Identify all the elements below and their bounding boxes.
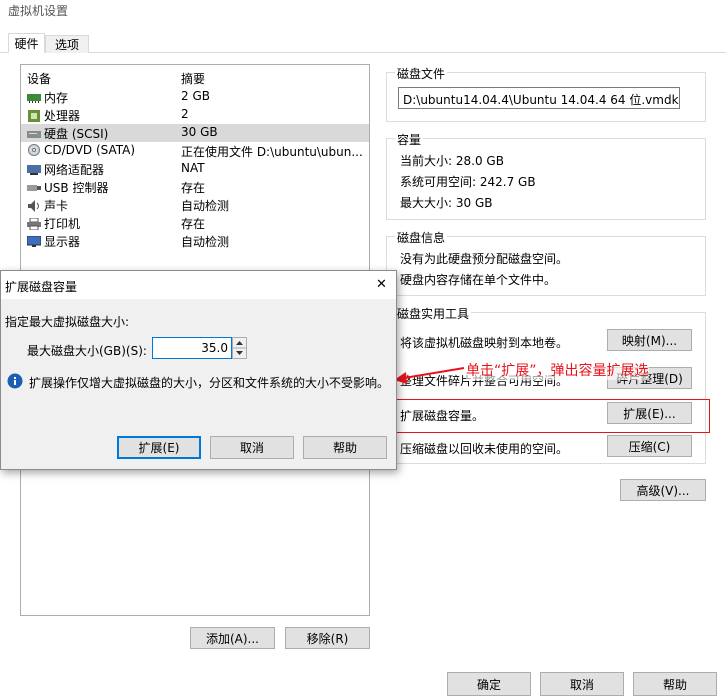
device-name-cell: 声卡	[27, 197, 68, 214]
device-summary: 30 GB	[181, 125, 218, 139]
header-summary: 摘要	[181, 72, 206, 86]
device-name-cell: 处理器	[27, 107, 80, 124]
max-size: 最大大小: 30 GB	[400, 196, 493, 210]
device-row[interactable]: 声卡 自动检测	[21, 196, 369, 214]
disk-info-group: 磁盘信息 没有为此硬盘预分配磁盘空间。 硬盘内容存储在单个文件中。	[386, 229, 706, 296]
tab-strip	[0, 52, 726, 53]
remove-device-button[interactable]: 移除(R)	[285, 627, 370, 649]
disk-file-title: 磁盘文件	[395, 65, 448, 82]
device-summary: 存在	[181, 217, 206, 231]
sound-card-icon	[27, 199, 41, 212]
help-button[interactable]: 帮助	[633, 672, 717, 696]
device-row[interactable]: 打印机 存在	[21, 214, 369, 232]
device-list-header: 设备 摘要	[21, 69, 369, 87]
annotation-text: 单击“扩展”，弹出容量扩展选	[466, 360, 649, 380]
device-name: 打印机	[44, 217, 81, 231]
printer-icon	[27, 217, 41, 230]
annotation-arrow	[394, 367, 465, 384]
device-row[interactable]: USB 控制器 存在	[21, 178, 369, 196]
cd-dvd-icon	[27, 144, 41, 156]
max-size-label: 最大磁盘大小(GB)(S):	[27, 344, 147, 358]
max-size-value: 35.0	[201, 341, 228, 355]
tab-hardware-label: 硬件	[14, 36, 39, 51]
expand-highlight-box	[395, 399, 710, 433]
device-name-cell: CD/DVD (SATA)	[27, 143, 135, 157]
memory-icon	[27, 92, 41, 104]
device-name: 处理器	[44, 109, 81, 123]
cancel-button[interactable]: 取消	[540, 672, 624, 696]
device-row[interactable]: 网络适配器 NAT	[21, 160, 369, 178]
device-name-cell: USB 控制器	[27, 179, 108, 196]
disk-file-path[interactable]: D:\ubuntu14.04.4\Ubuntu 14.04.4 64 位.vmd…	[398, 87, 680, 109]
device-summary: NAT	[181, 161, 205, 175]
processor-icon	[27, 109, 41, 122]
spinner-arrows-icon	[233, 341, 246, 355]
disk-info-title: 磁盘信息	[395, 229, 448, 246]
device-name-cell: 网络适配器	[27, 161, 104, 178]
expand-dialog-instruction: 指定最大虚拟磁盘大小:	[5, 315, 130, 329]
device-row[interactable]: 处理器 2	[21, 106, 369, 124]
device-row[interactable]: 硬盘 (SCSI) 30 GB	[21, 124, 369, 142]
device-name: 内存	[44, 91, 69, 105]
device-row[interactable]: CD/DVD (SATA) 正在使用文件 D:\ubuntu\ubun...	[21, 142, 369, 160]
device-summary: 存在	[181, 181, 206, 195]
disk-info-line1: 没有为此硬盘预分配磁盘空间。	[400, 252, 569, 266]
ok-button[interactable]: 确定	[447, 672, 531, 696]
advanced-button[interactable]: 高级(V)...	[620, 479, 706, 501]
device-name: 硬盘 (SCSI)	[44, 127, 109, 141]
system-free-space: 系统可用空间: 242.7 GB	[400, 175, 536, 189]
map-description: 将该虚拟机磁盘映射到本地卷。	[400, 336, 569, 350]
device-name-cell: 硬盘 (SCSI)	[27, 125, 108, 142]
header-device: 设备	[27, 72, 52, 86]
dialog-cancel-button[interactable]: 取消	[210, 436, 294, 459]
device-name: USB 控制器	[44, 181, 109, 195]
tab-options-label: 选项	[54, 38, 79, 52]
info-icon	[7, 373, 23, 389]
usb-icon	[27, 182, 41, 194]
max-size-input[interactable]: 35.0	[152, 337, 232, 359]
device-name: 声卡	[44, 199, 69, 213]
display-icon	[26, 235, 42, 248]
device-row[interactable]: 显示器 自动检测	[21, 232, 369, 250]
device-name: 网络适配器	[44, 163, 105, 177]
capacity-group: 容量 当前大小: 28.0 GB 系统可用空间: 242.7 GB 最大大小: …	[386, 131, 706, 220]
capacity-title: 容量	[395, 131, 424, 148]
tab-options[interactable]: 选项	[45, 35, 89, 53]
expand-dialog: 扩展磁盘容量 ✕ 指定最大虚拟磁盘大小: 最大磁盘大小(GB)(S): 35.0…	[0, 270, 397, 470]
max-size-spinner[interactable]	[232, 337, 247, 359]
disk-info-line2: 硬盘内容存储在单个文件中。	[400, 273, 557, 287]
device-summary: 正在使用文件 D:\ubuntu\ubun...	[181, 145, 363, 159]
map-button[interactable]: 映射(M)...	[607, 329, 692, 351]
compact-button[interactable]: 压缩(C)	[607, 435, 692, 457]
current-size: 当前大小: 28.0 GB	[400, 154, 504, 168]
device-name-cell: 显示器	[26, 233, 81, 250]
device-name-cell: 内存	[27, 89, 68, 106]
disk-file-group: 磁盘文件 D:\ubuntu14.04.4\Ubuntu 14.04.4 64 …	[386, 65, 706, 122]
network-adapter-icon	[27, 164, 41, 176]
device-summary: 自动检测	[181, 199, 230, 213]
device-summary: 自动检测	[181, 235, 230, 249]
device-row[interactable]: 内存 2 GB	[21, 88, 369, 106]
tab-hardware[interactable]: 硬件	[8, 33, 45, 53]
expand-dialog-title: 扩展磁盘容量	[5, 280, 78, 294]
dialog-help-button[interactable]: 帮助	[303, 436, 387, 459]
device-name-cell: 打印机	[27, 215, 80, 232]
disk-utilities-title: 磁盘实用工具	[395, 305, 472, 322]
device-summary: 2	[181, 107, 189, 121]
device-name: CD/DVD (SATA)	[44, 143, 136, 157]
expand-info-text: 扩展操作仅增大虚拟磁盘的大小，分区和文件系统的大小不受影响。	[29, 376, 390, 390]
compact-description: 压缩磁盘以回收未使用的空间。	[400, 442, 569, 456]
device-summary: 2 GB	[181, 89, 210, 103]
dialog-expand-button[interactable]: 扩展(E)	[117, 436, 201, 459]
device-name: 显示器	[44, 235, 81, 249]
expand-dialog-titlebar: 扩展磁盘容量 ✕	[1, 271, 396, 299]
hard-disk-icon	[27, 128, 41, 140]
close-icon[interactable]: ✕	[376, 277, 387, 292]
add-device-button[interactable]: 添加(A)...	[190, 627, 275, 649]
window-title: 虚拟机设置	[8, 4, 69, 18]
